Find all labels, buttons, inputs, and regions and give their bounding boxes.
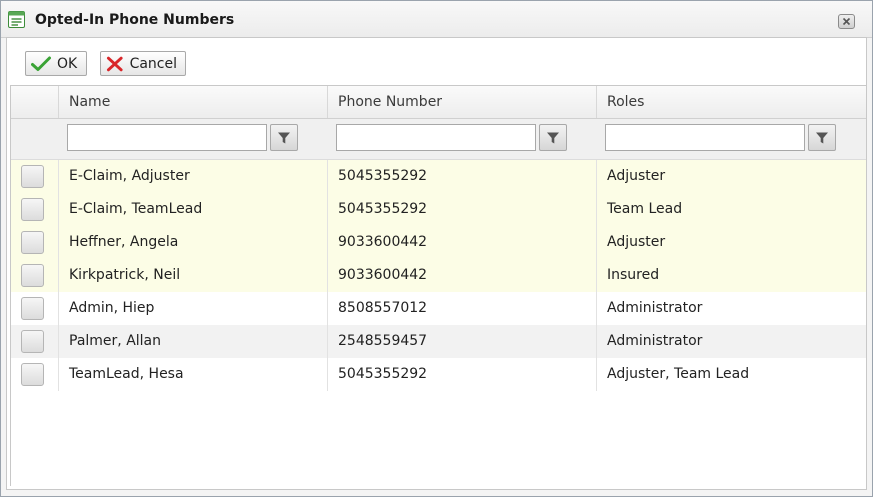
table-row[interactable]: Palmer, Allan 2548559457 Administrator: [11, 325, 866, 358]
cell-phone: 9033600442: [327, 226, 596, 259]
cell-roles: Adjuster: [596, 160, 866, 193]
cell-phone: 5045355292: [327, 193, 596, 226]
grid-header: Name Phone Number Roles: [11, 86, 866, 119]
cell-name: E-Claim, Adjuster: [58, 160, 327, 193]
cell-phone: 2548559457: [327, 325, 596, 358]
cell-roles: Administrator: [596, 292, 866, 325]
table-row[interactable]: Admin, Hiep 8508557012 Administrator: [11, 292, 866, 325]
row-select-checkbox[interactable]: [21, 363, 44, 386]
table-row[interactable]: TeamLead, Hesa 5045355292 Adjuster, Team L…: [11, 358, 866, 391]
cell-name: E-Claim, TeamLead: [58, 193, 327, 226]
close-button[interactable]: [838, 14, 855, 29]
close-icon: [842, 17, 851, 26]
row-select-checkbox[interactable]: [21, 165, 44, 188]
row-select-checkbox[interactable]: [21, 198, 44, 221]
table-row[interactable]: E-Claim, Adjuster 5045355292 Adjuster: [11, 160, 866, 193]
funnel-icon: [278, 132, 290, 143]
table-row[interactable]: Heffner, Angela 9033600442 Adjuster: [11, 226, 866, 259]
row-select-checkbox[interactable]: [21, 264, 44, 287]
ok-button[interactable]: OK: [25, 51, 87, 76]
phone-filter-input[interactable]: [336, 124, 536, 151]
cancel-button[interactable]: Cancel: [100, 51, 186, 76]
funnel-icon: [816, 132, 828, 143]
roles-filter-button[interactable]: [808, 124, 836, 151]
cell-phone: 5045355292: [327, 160, 596, 193]
cell-phone: 8508557012: [327, 292, 596, 325]
cell-name: Heffner, Angela: [58, 226, 327, 259]
cancel-button-label: Cancel: [129, 55, 177, 72]
column-header-phone[interactable]: Phone Number: [327, 86, 596, 118]
cell-roles: Insured: [596, 259, 866, 292]
dialog-content: OK Cancel Name Phone Number Roles E-Clai…: [6, 37, 867, 490]
dialog-title: Opted-In Phone Numbers: [35, 12, 235, 28]
x-icon: [106, 56, 123, 71]
cell-name: Palmer, Allan: [58, 325, 327, 358]
cell-roles: Administrator: [596, 325, 866, 358]
name-filter-button[interactable]: [270, 124, 298, 151]
checkmark-icon: [31, 56, 51, 71]
roles-filter-input[interactable]: [605, 124, 805, 151]
dialog-window: Opted-In Phone Numbers OK Cancel Name Ph…: [0, 0, 873, 497]
cell-name: Admin, Hiep: [58, 292, 327, 325]
cell-name: Kirkpatrick, Neil: [58, 259, 327, 292]
select-column-header: [11, 86, 58, 118]
funnel-icon: [547, 132, 559, 143]
filter-row: [11, 119, 866, 160]
cell-roles: Adjuster: [596, 226, 866, 259]
row-select-checkbox[interactable]: [21, 231, 44, 254]
ok-button-label: OK: [57, 55, 78, 72]
title-bar[interactable]: Opted-In Phone Numbers: [1, 1, 872, 38]
list-document-icon: [8, 11, 25, 28]
name-filter-input[interactable]: [67, 124, 267, 151]
cell-phone: 9033600442: [327, 259, 596, 292]
cell-name: TeamLead, Hesa: [58, 358, 327, 391]
row-select-checkbox[interactable]: [21, 297, 44, 320]
cell-roles: Team Lead: [596, 193, 866, 226]
cell-phone: 5045355292: [327, 358, 596, 391]
table-row[interactable]: Kirkpatrick, Neil 9033600442 Insured: [11, 259, 866, 292]
table-row[interactable]: E-Claim, TeamLead 5045355292 Team Lead: [11, 193, 866, 226]
row-select-checkbox[interactable]: [21, 330, 44, 353]
cell-roles: Adjuster, Team Lead: [596, 358, 866, 391]
column-header-name[interactable]: Name: [58, 86, 327, 118]
phone-filter-button[interactable]: [539, 124, 567, 151]
column-header-roles[interactable]: Roles: [596, 86, 866, 118]
phone-numbers-grid: Name Phone Number Roles E-Claim, Adjuste…: [10, 85, 867, 486]
